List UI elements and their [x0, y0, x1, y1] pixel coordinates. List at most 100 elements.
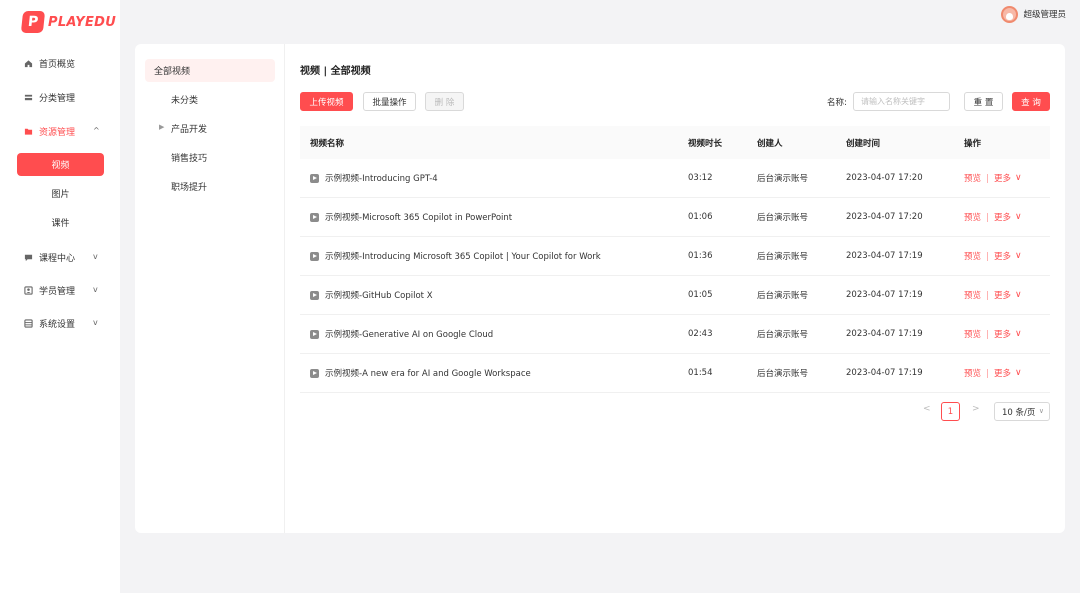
- chevron-down-icon[interactable]: ∨: [1015, 329, 1022, 339]
- video-created-time: 2023-04-07 17:19: [846, 368, 923, 378]
- sidebar-subitem-image[interactable]: 图片: [17, 182, 104, 205]
- chevron-down-icon: v: [93, 285, 98, 294]
- video-created-time: 2023-04-07 17:19: [846, 329, 923, 339]
- more-link[interactable]: 更多: [994, 211, 1011, 223]
- category-tree: 全部视频 未分类 ▶ 产品开发 销售技巧 职场提升: [135, 44, 285, 533]
- chevron-down-icon[interactable]: ∨: [1015, 290, 1022, 300]
- sidebar-item-course[interactable]: 课程中心 v: [0, 246, 120, 268]
- preview-link[interactable]: 预览: [964, 250, 981, 262]
- preview-link[interactable]: 预览: [964, 289, 981, 301]
- video-name: 示例视频-Microsoft 365 Copilot in PowerPoint: [325, 213, 513, 223]
- search-label: 名称:: [827, 98, 847, 108]
- table-row: 示例视频-A new era for AI and Google Workspa…: [300, 354, 1050, 393]
- chevron-up-icon: ^: [93, 126, 100, 135]
- more-link[interactable]: 更多: [994, 172, 1011, 184]
- more-link[interactable]: 更多: [994, 328, 1011, 340]
- query-button[interactable]: 查 询: [1012, 92, 1050, 111]
- video-creator: 后台演示账号: [757, 330, 809, 340]
- page-size-select[interactable]: 10 条/页 ∨: [994, 402, 1050, 421]
- batch-action-button[interactable]: 批量操作: [363, 92, 416, 111]
- chevron-down-icon: v: [93, 252, 98, 261]
- video-table: 视频名称 视频时长 创建人 创建时间 操作 示例视频-Introducing G…: [300, 126, 1050, 393]
- row-actions: 预览 更多 ∨: [954, 328, 1050, 340]
- sidebar-item-resources[interactable]: 资源管理 ^: [0, 120, 120, 142]
- video-created-time: 2023-04-07 17:19: [846, 290, 923, 300]
- video-play-icon: [310, 173, 319, 183]
- logo-text: PLAYEDU: [48, 14, 117, 30]
- video-duration: 01:36: [688, 251, 713, 261]
- category-product-dev[interactable]: ▶ 产品开发: [145, 117, 275, 140]
- action-divider: [987, 212, 989, 222]
- user-menu[interactable]: 超级管理员: [1001, 5, 1066, 23]
- sidebar-item-students[interactable]: 学员管理 v: [0, 279, 120, 301]
- sidebar-subitem-courseware[interactable]: 课件: [17, 211, 104, 234]
- video-creator: 后台演示账号: [757, 252, 809, 262]
- page-title: 视频 | 全部视频: [300, 66, 371, 77]
- column-header-time: 创建时间: [846, 138, 881, 149]
- category-label: 职场提升: [171, 183, 208, 193]
- search-input[interactable]: [853, 92, 950, 111]
- next-page-button[interactable]: >: [972, 404, 980, 414]
- sidebar-subitem-video[interactable]: 视频: [17, 153, 104, 176]
- category-career[interactable]: 职场提升: [145, 175, 275, 198]
- table-row: 示例视频-GitHub Copilot X 01:05 后台演示账号 2023-04-…: [300, 276, 1050, 315]
- chevron-down-icon[interactable]: ∨: [1015, 368, 1022, 378]
- video-duration: 02:43: [688, 329, 713, 339]
- user-name: 超级管理员: [1023, 10, 1066, 20]
- video-name-cell: 示例视频-Introducing GPT-4: [300, 172, 678, 184]
- column-header-duration: 视频时长: [688, 138, 723, 149]
- preview-link[interactable]: 预览: [964, 328, 981, 340]
- video-name: 示例视频-A new era for AI and Google Workspa…: [325, 369, 531, 379]
- table-row: 示例视频-Generative AI on Google Cloud 02:43 后…: [300, 315, 1050, 354]
- sidebar-item-label: 分类管理: [39, 93, 76, 104]
- prev-page-button[interactable]: <: [923, 404, 931, 414]
- reset-button[interactable]: 重 置: [964, 92, 1003, 111]
- page-number[interactable]: 1: [941, 402, 960, 421]
- sidebar-item-label: 课程中心: [39, 253, 76, 264]
- settings-icon: [24, 318, 33, 328]
- video-name-cell: 示例视频-Microsoft 365 Copilot in PowerPoint: [300, 211, 678, 223]
- avatar: [1001, 5, 1019, 23]
- category-label: 产品开发: [171, 125, 208, 135]
- sidebar-item-home[interactable]: 首页概览: [0, 52, 120, 74]
- video-duration: 01:05: [688, 290, 713, 300]
- chevron-down-icon[interactable]: ∨: [1015, 251, 1022, 261]
- sidebar-item-category[interactable]: 分类管理: [0, 86, 120, 108]
- action-divider: [987, 368, 989, 378]
- video-creator: 后台演示账号: [757, 369, 809, 379]
- chevron-down-icon: v: [93, 318, 98, 327]
- action-divider: [987, 329, 989, 339]
- delete-button[interactable]: 删 除: [425, 92, 464, 111]
- video-play-icon: [310, 212, 319, 222]
- content-area: 视频 | 全部视频 上传视频 批量操作 删 除 名称: 重 置 查 询 视频名称…: [300, 44, 1050, 533]
- video-creator: 后台演示账号: [757, 291, 809, 301]
- course-icon: [24, 254, 33, 261]
- category-all-videos[interactable]: 全部视频: [145, 59, 275, 82]
- sidebar-item-settings[interactable]: 系统设置 v: [0, 312, 120, 334]
- preview-link[interactable]: 预览: [964, 367, 981, 379]
- video-duration: 03:12: [688, 173, 713, 183]
- folder-icon: [24, 128, 33, 135]
- more-link[interactable]: 更多: [994, 367, 1011, 379]
- app-logo[interactable]: P PLAYEDU: [20, 10, 117, 34]
- video-created-time: 2023-04-07 17:19: [846, 251, 923, 261]
- table-row: 示例视频-Introducing GPT-4 03:12 后台演示账号 2023-04…: [300, 159, 1050, 198]
- video-duration: 01:06: [688, 212, 713, 222]
- table-header: 视频名称 视频时长 创建人 创建时间 操作: [300, 126, 1050, 159]
- row-actions: 预览 更多 ∨: [954, 289, 1050, 301]
- category-uncategorized[interactable]: 未分类: [145, 88, 275, 111]
- preview-link[interactable]: 预览: [964, 172, 981, 184]
- caret-right-icon[interactable]: ▶: [159, 123, 164, 131]
- more-link[interactable]: 更多: [994, 250, 1011, 262]
- preview-link[interactable]: 预览: [964, 211, 981, 223]
- action-divider: [987, 251, 989, 261]
- chevron-down-icon[interactable]: ∨: [1015, 173, 1022, 183]
- upload-video-button[interactable]: 上传视频: [300, 92, 353, 111]
- chevron-down-icon[interactable]: ∨: [1015, 212, 1022, 222]
- video-duration: 01:54: [688, 368, 713, 378]
- more-link[interactable]: 更多: [994, 289, 1011, 301]
- category-icon: [24, 94, 33, 100]
- chevron-down-icon: ∨: [1038, 407, 1044, 415]
- video-name: 示例视频-GitHub Copilot X: [325, 291, 433, 301]
- category-sales[interactable]: 销售技巧: [145, 146, 275, 169]
